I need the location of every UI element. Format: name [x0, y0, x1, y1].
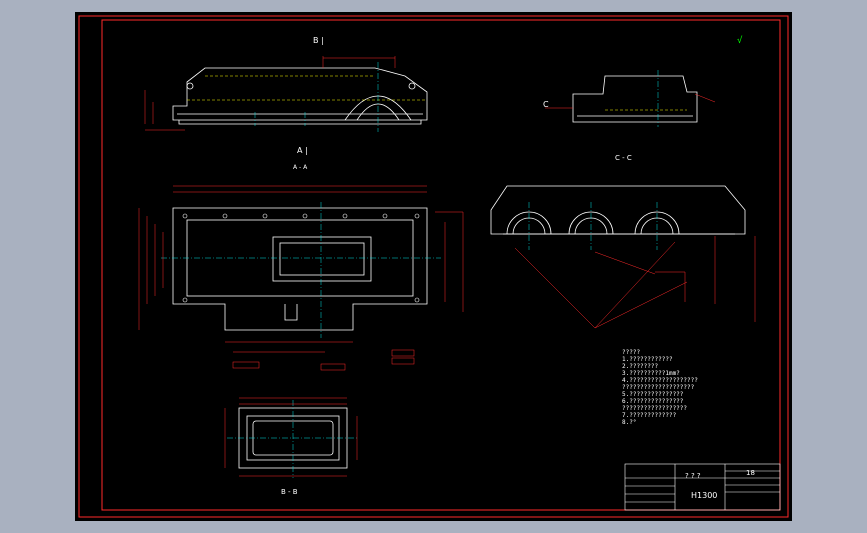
view-a-plan: [172, 207, 428, 331]
title-block-part-number: H1300: [691, 491, 718, 500]
note-line: ??????????????????: [622, 405, 688, 412]
outer-frame: [78, 15, 789, 518]
view-cc-section-title: C - C: [615, 154, 632, 162]
technical-notes: ????? 1.???????????? 2.???????? 3.??????…: [622, 349, 698, 426]
title-block: [624, 463, 781, 511]
note-line: ????????????????????: [622, 384, 695, 391]
note-line: ?????: [622, 349, 641, 356]
drawing-viewport[interactable]: B | A | A - A C C - C B - B √ ????? 1.??…: [75, 12, 792, 521]
view-c-label: C: [543, 100, 549, 109]
view-c-elevation: [572, 75, 698, 123]
inner-frame: [101, 19, 781, 511]
note-line: 8.?°: [622, 419, 637, 426]
view-a-label: A |: [297, 146, 308, 155]
view-bb-section-title: B - B: [281, 488, 298, 496]
view-a-section-title: A - A: [293, 164, 308, 171]
note-line: 1.????????????: [622, 356, 673, 363]
view-b-label: B |: [313, 36, 324, 45]
cad-drawing: [78, 15, 789, 518]
title-block-sheet-count: 18: [746, 469, 755, 477]
note-line: 7.?????????????: [622, 412, 677, 419]
note-line: 4.???????????????????: [622, 377, 698, 384]
view-b-elevation: [172, 67, 428, 125]
surface-roughness-symbol: √: [737, 36, 743, 46]
note-line: 5.???????????????: [622, 391, 684, 398]
note-line: 6.???????????????: [622, 398, 684, 405]
title-block-title: ? ? ?: [685, 472, 701, 480]
note-line: 3.??????????1mm?: [622, 370, 680, 377]
note-line: 2.????????: [622, 363, 659, 370]
